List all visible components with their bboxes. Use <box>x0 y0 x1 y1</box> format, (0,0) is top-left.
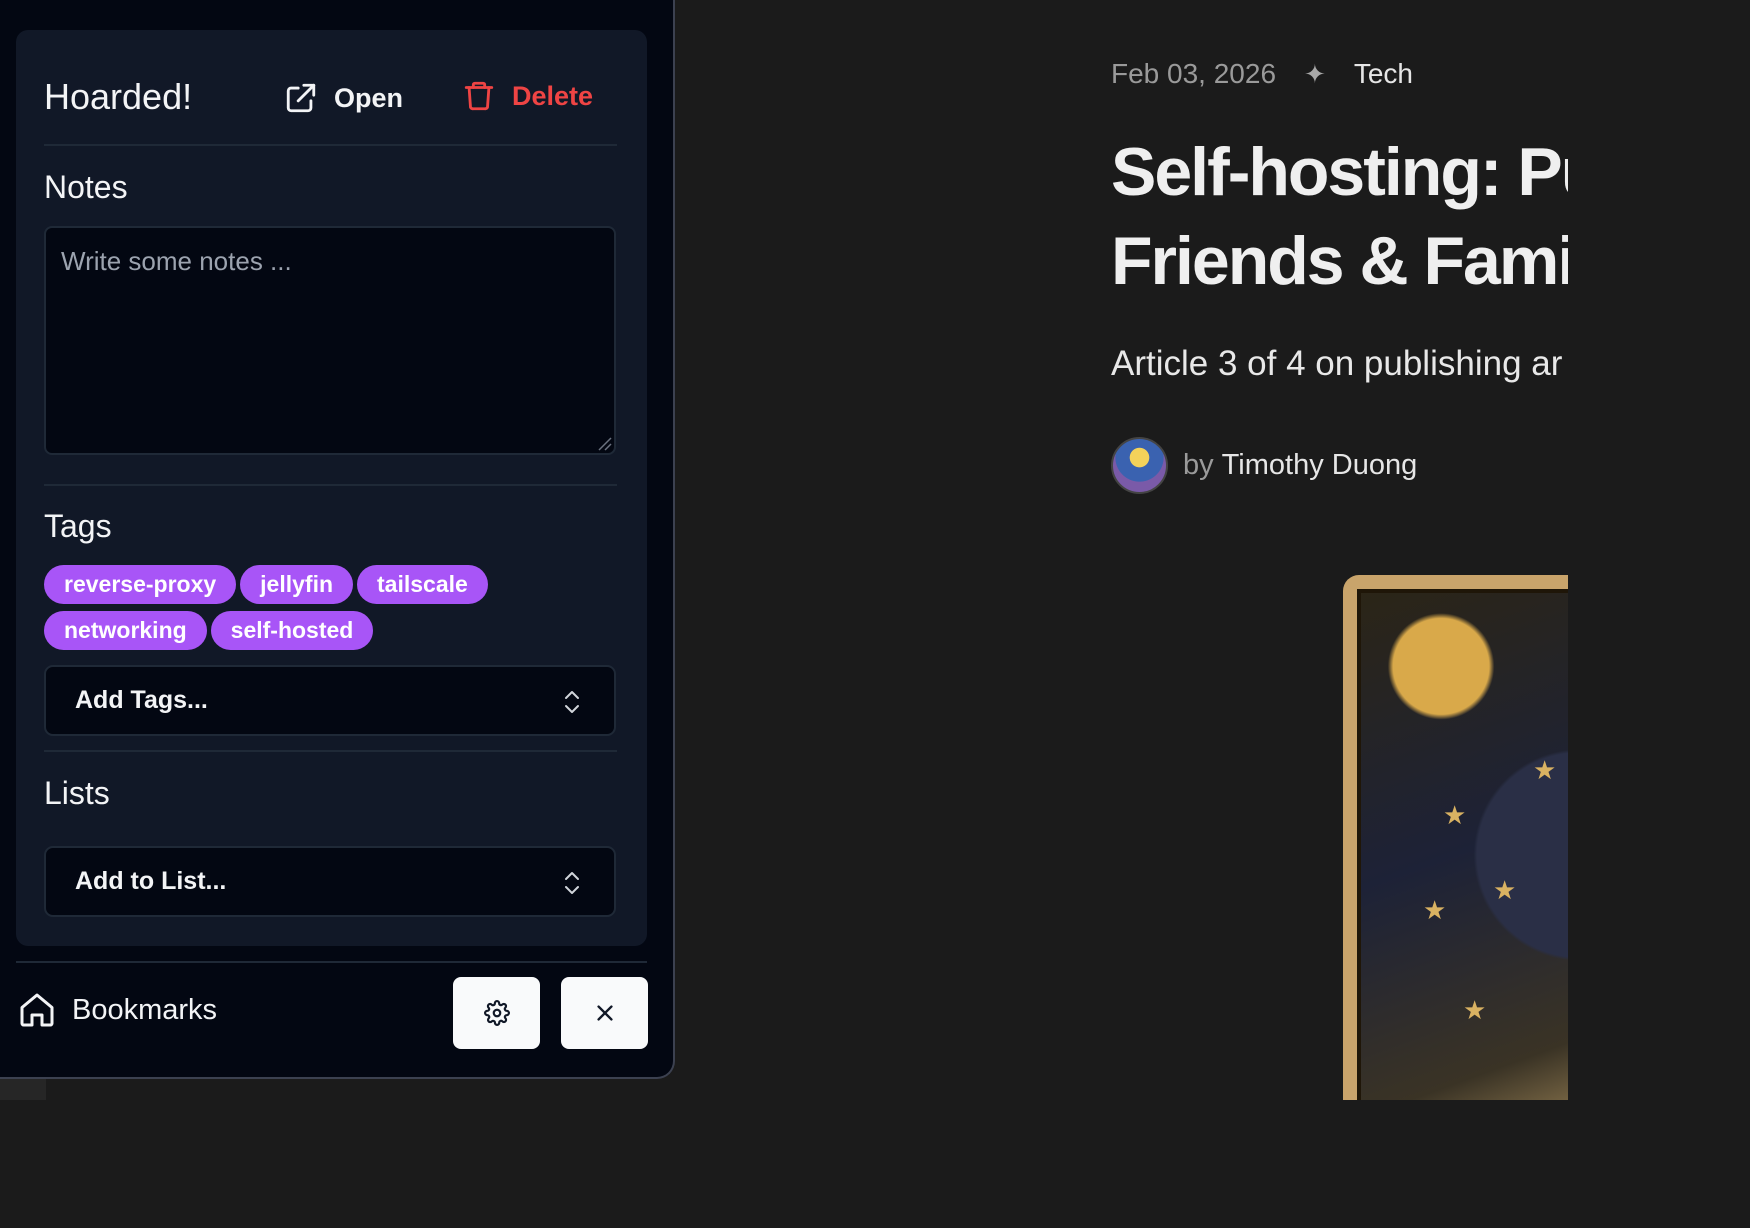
star-icon: ★ <box>1533 755 1557 785</box>
add-to-list-placeholder: Add to List... <box>75 867 227 895</box>
settings-button[interactable] <box>453 977 540 1049</box>
bookmarks-label: Bookmarks <box>72 993 218 1026</box>
divider <box>44 750 617 752</box>
chevron-up-down-icon <box>565 691 579 713</box>
bookmarks-home-link[interactable]: Bookmarks <box>17 990 217 1030</box>
add-to-list-select[interactable]: Add to List... <box>44 846 616 917</box>
star-icon: ★ <box>1493 875 1517 905</box>
close-button[interactable] <box>561 977 648 1049</box>
sparkle-icon: ✦ <box>1304 58 1326 89</box>
tag-list: reverse-proxy jellyfin tailscale networking… <box>44 565 604 657</box>
add-tags-placeholder: Add Tags... <box>75 686 208 714</box>
external-link-icon <box>286 83 316 113</box>
add-tags-select[interactable]: Add Tags... <box>44 665 616 736</box>
notes-textarea[interactable] <box>44 226 616 455</box>
tag-chip[interactable]: reverse-proxy <box>44 565 237 604</box>
divider <box>44 144 617 146</box>
article-category[interactable]: Tech <box>1354 58 1413 90</box>
tag-chip[interactable]: tailscale <box>357 565 488 604</box>
resize-handle-icon[interactable] <box>596 435 612 451</box>
trash-icon <box>464 81 494 111</box>
author-name[interactable]: Timothy Duong <box>1222 449 1418 482</box>
byline: by Timothy Duong <box>1111 437 1417 494</box>
gear-icon <box>483 1000 510 1026</box>
lists-heading: Lists <box>44 775 110 811</box>
bookmark-panel: Hoarded! Open Delete Notes Tags reve <box>0 0 675 1079</box>
bookmark-card: Hoarded! Open Delete Notes Tags reve <box>16 30 647 946</box>
tag-chip[interactable]: jellyfin <box>240 565 354 604</box>
open-button[interactable]: Open <box>284 78 403 118</box>
delete-label: Delete <box>512 80 594 111</box>
chevron-up-down-icon <box>565 872 579 894</box>
open-label: Open <box>334 82 404 113</box>
notes-heading: Notes <box>44 169 128 205</box>
panel-header: Hoarded! Open Delete <box>16 30 647 176</box>
article: Feb 03, 2026 ✦ Tech Self-hosting: Pu Fri… <box>1111 0 1568 1100</box>
star-icon: ★ <box>1463 995 1487 1025</box>
star-icon: ★ <box>1443 800 1467 830</box>
home-icon <box>20 993 54 1027</box>
avatar <box>1111 437 1168 494</box>
star-icon: ★ <box>1423 895 1447 925</box>
panel-title: Hoarded! <box>44 76 193 117</box>
article-meta: Feb 03, 2026 ✦ Tech <box>1111 58 1413 90</box>
article-title: Self-hosting: Pu Friends & Famil <box>1111 134 1568 299</box>
article-date: Feb 03, 2026 <box>1111 58 1277 89</box>
divider <box>44 484 617 486</box>
delete-button[interactable]: Delete <box>462 76 593 116</box>
article-subtitle: Article 3 of 4 on publishing ar <box>1111 344 1563 383</box>
tag-chip[interactable]: self-hosted <box>210 611 374 650</box>
by-label: by <box>1183 449 1214 481</box>
close-icon <box>596 1005 613 1021</box>
tag-chip[interactable]: networking <box>44 611 207 650</box>
footer-divider <box>16 961 647 963</box>
tags-heading: Tags <box>44 508 112 544</box>
window-edge <box>0 1079 46 1100</box>
hero-image: ★ ★ ★ ★ ★ <box>1343 575 1568 1100</box>
